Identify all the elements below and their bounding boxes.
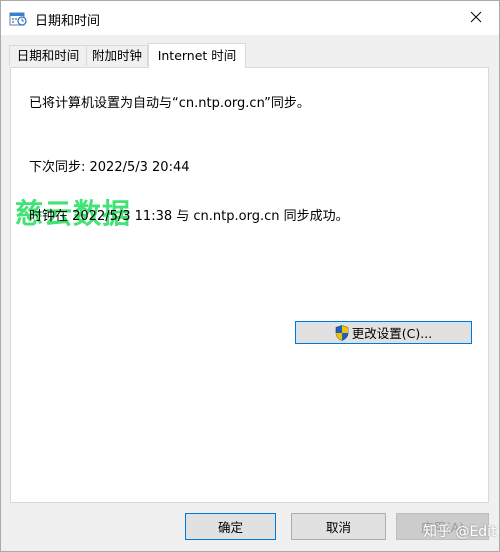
change-settings-button[interactable]: 更改设置(C)... — [295, 321, 472, 344]
tab-internet-time[interactable]: Internet 时间 — [148, 43, 246, 68]
datetime-dialog: 日期和时间 日期和时间 附加时钟 Internet 时间 已将计算机设置为自动与… — [0, 0, 500, 552]
ok-button[interactable]: 确定 — [185, 513, 276, 540]
cancel-button[interactable]: 取消 — [291, 513, 386, 540]
tab-additional-clocks[interactable]: 附加时钟 — [86, 45, 148, 66]
datetime-app-icon — [9, 9, 27, 27]
tab-label: 附加时钟 — [91, 48, 142, 63]
cancel-label: 取消 — [325, 520, 351, 535]
internet-time-panel: 已将计算机设置为自动与“cn.ntp.org.cn”同步。 慈云数据 下次同步:… — [10, 67, 489, 503]
tab-date-time[interactable]: 日期和时间 — [9, 45, 87, 66]
tab-label: 日期和时间 — [16, 48, 80, 63]
change-settings-label: 更改设置(C)... — [351, 326, 433, 341]
zhihu-watermark: 知乎 @Edit — [423, 524, 497, 540]
uac-shield-icon — [335, 324, 349, 341]
title-bar: 日期和时间 — [1, 1, 499, 35]
tab-label: Internet 时间 — [157, 48, 237, 63]
next-sync-text: 下次同步: 2022/5/3 20:44 — [29, 160, 190, 175]
ok-label: 确定 — [217, 520, 243, 535]
sync-setting-text: 已将计算机设置为自动与“cn.ntp.org.cn”同步。 — [29, 96, 310, 111]
window-title: 日期和时间 — [35, 14, 101, 29]
last-sync-result-text: 时钟在 2022/5/3 11:38 与 cn.ntp.org.cn 同步成功。 — [29, 209, 349, 224]
close-icon — [470, 11, 482, 26]
close-button[interactable] — [453, 1, 499, 35]
